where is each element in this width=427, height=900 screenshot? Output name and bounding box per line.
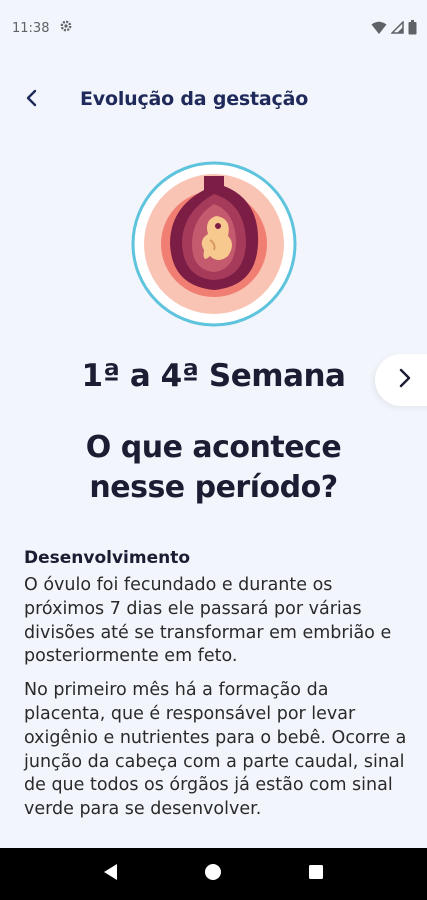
nav-recents-button[interactable] bbox=[296, 854, 336, 894]
content-heading: Desenvolvimento bbox=[24, 548, 191, 568]
next-week-button[interactable] bbox=[375, 354, 427, 406]
battery-icon bbox=[408, 20, 417, 39]
content-paragraph: O óvulo foi fecundado e durante os próxi… bbox=[24, 575, 392, 667]
nav-home-button[interactable] bbox=[193, 854, 233, 894]
back-triangle-icon bbox=[103, 863, 119, 886]
back-button[interactable] bbox=[18, 82, 46, 118]
content-paragraph: No primeiro mês há a formação da placent… bbox=[24, 680, 407, 820]
status-bar: 11:38 bbox=[0, 0, 427, 56]
wifi-icon bbox=[371, 21, 387, 39]
section-title-line1: O que acontece bbox=[85, 430, 342, 465]
section-title: O que acontece nesse período? bbox=[0, 428, 427, 508]
week-title: 1ª a 4ª Semana bbox=[81, 358, 346, 394]
signal-icon bbox=[390, 20, 404, 38]
chevron-right-icon bbox=[398, 368, 412, 393]
section-title-line2: nesse período? bbox=[89, 470, 338, 505]
recents-square-icon bbox=[308, 864, 324, 885]
gear-icon bbox=[59, 19, 73, 37]
home-circle-icon bbox=[204, 863, 222, 886]
app-bar: Evolução da gestação bbox=[0, 82, 427, 118]
embryo-illustration bbox=[118, 160, 310, 328]
chevron-left-icon bbox=[25, 89, 39, 112]
week-selector: 1ª a 4ª Semana bbox=[0, 354, 427, 406]
content-body: Desenvolvimento O óvulo foi fecundado e … bbox=[24, 548, 409, 832]
nav-back-button[interactable] bbox=[91, 854, 131, 894]
page-title: Evolução da gestação bbox=[80, 88, 309, 110]
system-nav-bar bbox=[0, 848, 427, 900]
status-icons bbox=[371, 20, 417, 39]
status-time: 11:38 bbox=[12, 20, 50, 36]
